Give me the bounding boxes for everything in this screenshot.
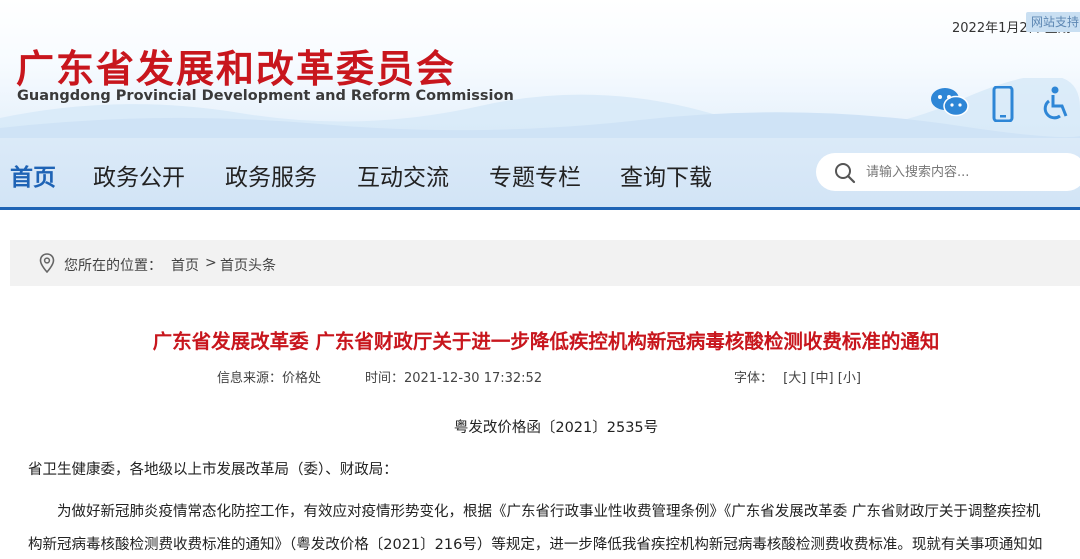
nav-item-topics[interactable]: 专题专栏 bbox=[489, 158, 581, 192]
font-size-large[interactable]: [大] bbox=[783, 371, 806, 386]
font-size-medium[interactable]: [中] bbox=[810, 371, 833, 386]
addressee-line: 省卫生健康委，各地级以上市发展改革局（委）、财政局： bbox=[28, 462, 398, 478]
header-banner: 广东省发展和改革委员会 Guangdong Provincial Develop… bbox=[0, 0, 1080, 138]
nav-item-downloads[interactable]: 查询下载 bbox=[620, 158, 712, 192]
main-nav: 首页 政务公开 政务服务 互动交流 专题专栏 查询下载 bbox=[0, 138, 1080, 210]
body-line-1: 为做好新冠肺炎疫情常态化防控工作，有效应对疫情形势变化，根据《广东省行政事业性收… bbox=[57, 504, 1041, 520]
article-time: 时间：2021-12-30 17:32:52 bbox=[365, 367, 542, 386]
document-number: 粤发改价格函〔2021〕2535号 bbox=[453, 420, 659, 436]
article-source: 信息来源：价格处 bbox=[217, 367, 321, 386]
breadcrumb: 您所在的位置： 首页 > 首页头条 bbox=[10, 240, 1080, 286]
accessibility-icon[interactable] bbox=[1040, 86, 1072, 122]
time-value: 2021-12-30 17:32:52 bbox=[404, 371, 543, 386]
nav-item-services[interactable]: 政务服务 bbox=[225, 158, 317, 192]
nav-item-home[interactable]: 首页 bbox=[10, 158, 56, 192]
search-box bbox=[816, 153, 1080, 191]
breadcrumb-home[interactable]: 首页 bbox=[171, 255, 199, 275]
site-title: 广东省发展和改革委员会 bbox=[16, 47, 457, 91]
search-input[interactable] bbox=[866, 162, 1076, 182]
site-subtitle: Guangdong Provincial Development and Ref… bbox=[17, 88, 514, 104]
source-label: 信息来源： bbox=[217, 371, 283, 386]
breadcrumb-prefix: 您所在的位置： bbox=[64, 258, 162, 274]
nav-item-interaction[interactable]: 互动交流 bbox=[357, 158, 449, 192]
article-title: 广东省发展改革委 广东省财政厅关于进一步降低疾控机构新冠病毒核酸检测收费标准的通… bbox=[152, 330, 940, 353]
font-size-controls: 字体： [大] [中] [小] bbox=[734, 367, 861, 386]
nav-item-government-affairs[interactable]: 政务公开 bbox=[93, 158, 185, 192]
breadcrumb-separator: > bbox=[205, 255, 217, 271]
source-value: 价格处 bbox=[282, 371, 322, 386]
breadcrumb-current[interactable]: 首页头条 bbox=[220, 255, 276, 275]
font-label: 字体： bbox=[734, 371, 774, 386]
location-pin-icon bbox=[39, 253, 55, 273]
body-line-2: 构新冠病毒核酸检测费收费标准的通知》（粤发改价格〔2021〕216号）等规定，进… bbox=[28, 537, 1043, 553]
time-label: 时间： bbox=[365, 371, 405, 386]
mobile-icon[interactable] bbox=[992, 86, 1014, 122]
ipv6-badge: 网站支持IPv6 bbox=[1026, 12, 1080, 32]
wechat-icon[interactable] bbox=[930, 86, 970, 120]
font-size-small[interactable]: [小] bbox=[838, 371, 861, 386]
search-icon[interactable] bbox=[834, 162, 856, 184]
